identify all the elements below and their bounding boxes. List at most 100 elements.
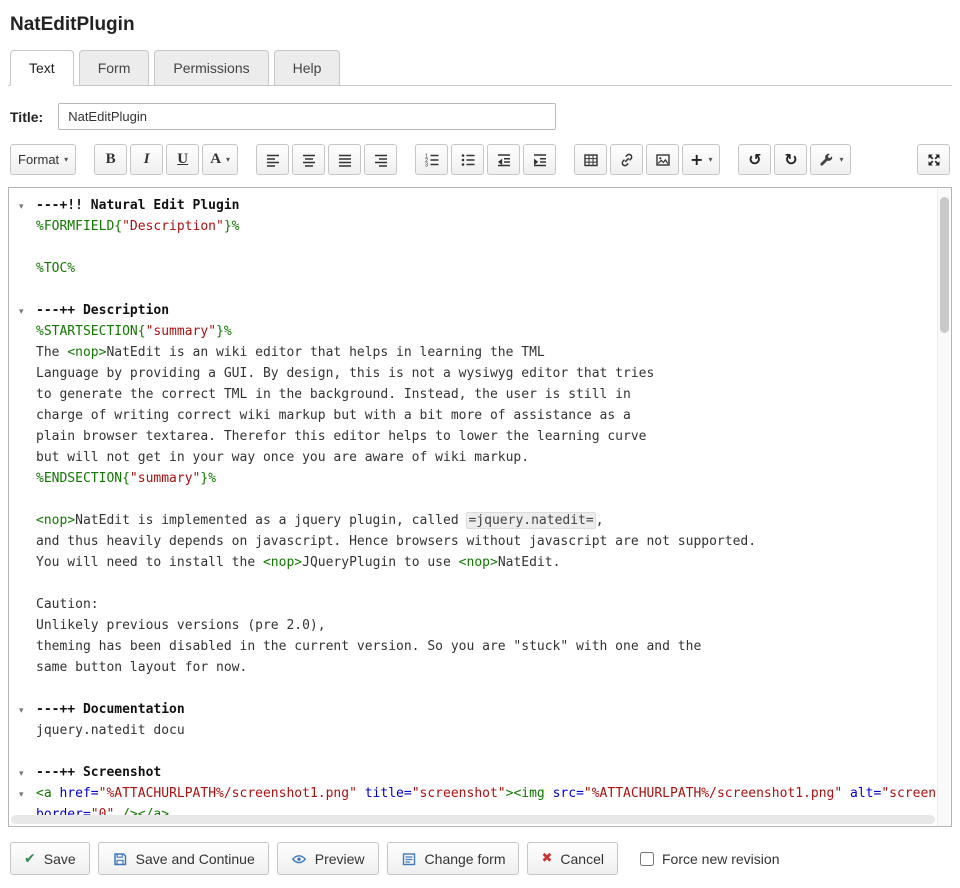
- eye-icon: [291, 851, 307, 867]
- editor-horizontal-scrollbar[interactable]: [10, 814, 936, 825]
- insert-image-button[interactable]: [646, 144, 679, 175]
- editor-line[interactable]: and thus heavily depends on javascript. …: [9, 531, 931, 552]
- editor-text-segment: Caution:: [36, 597, 99, 612]
- align-left-button[interactable]: [256, 144, 289, 175]
- underline-button[interactable]: U: [166, 144, 199, 175]
- editor-line[interactable]: [9, 489, 931, 510]
- fold-marker-icon[interactable]: ▾: [9, 302, 36, 323]
- editor-line[interactable]: charge of writing correct wiki markup bu…: [9, 405, 931, 426]
- editor-line[interactable]: ▾---++ Description: [9, 300, 931, 321]
- bold-icon: B: [106, 151, 116, 168]
- editor-text-segment: }%: [216, 324, 232, 339]
- editor-text-segment: ---++ Description: [36, 303, 169, 318]
- editor-line[interactable]: [9, 678, 931, 699]
- editor-text-segment: jquery.natedit docu: [36, 723, 185, 738]
- editor-line[interactable]: plain browser textarea. Therefor this ed…: [9, 426, 931, 447]
- font-color-dropdown[interactable]: A ▾: [202, 144, 238, 175]
- editor-line[interactable]: %FORMFIELD{"Description"}%: [9, 216, 931, 237]
- fold-marker-icon[interactable]: ▾: [9, 785, 36, 806]
- preview-label: Preview: [315, 851, 365, 867]
- editor-text-segment: ---+!! Natural Edit Plugin: [36, 198, 240, 213]
- ordered-list-button[interactable]: 123: [415, 144, 448, 175]
- fullscreen-button[interactable]: [917, 144, 950, 175]
- editor-line[interactable]: but will not get in your way once you ar…: [9, 447, 931, 468]
- editor-text-segment: Language by providing a GUI. By design, …: [36, 366, 654, 381]
- editor-line[interactable]: ▾---+!! Natural Edit Plugin: [9, 195, 931, 216]
- tab-text[interactable]: Text: [10, 50, 74, 86]
- editor-text-segment: NatEdit is implemented as a jquery plugi…: [75, 513, 466, 528]
- editor-content[interactable]: ▾---+!! Natural Edit Plugin%FORMFIELD{"D…: [9, 188, 951, 825]
- force-new-revision-checkbox[interactable]: [640, 852, 654, 866]
- align-justify-button[interactable]: [328, 144, 361, 175]
- fold-marker-icon[interactable]: ▾: [9, 701, 36, 722]
- editor-line[interactable]: [9, 741, 931, 762]
- force-new-revision-option[interactable]: Force new revision: [640, 851, 780, 867]
- change-form-button[interactable]: Change form: [387, 842, 520, 875]
- editor-line[interactable]: Language by providing a GUI. By design, …: [9, 363, 931, 384]
- chevron-down-icon: ▾: [708, 155, 712, 164]
- undo-button[interactable]: ↺: [738, 144, 771, 175]
- editor-line[interactable]: %ENDSECTION{"summary"}%: [9, 468, 931, 489]
- editor-text-segment: }%: [224, 219, 240, 234]
- tab-permissions-label: Permissions: [173, 60, 249, 76]
- fold-marker-icon[interactable]: ▾: [9, 197, 36, 218]
- editor-line[interactable]: <nop>NatEdit is implemented as a jquery …: [9, 510, 931, 531]
- editor-area[interactable]: ▾---+!! Natural Edit Plugin%FORMFIELD{"D…: [8, 187, 952, 827]
- editor-line[interactable]: %STARTSECTION{"summary"}%: [9, 321, 931, 342]
- editor-text-segment: "%ATTACHURLPATH%/screenshot1.png": [99, 786, 357, 801]
- save-button[interactable]: ✔ Save: [10, 842, 90, 875]
- editor-line[interactable]: Caution:: [9, 594, 931, 615]
- align-right-button[interactable]: [364, 144, 397, 175]
- editor-line[interactable]: same button layout for now.: [9, 657, 931, 678]
- editor-line[interactable]: to generate the correct TML in the backg…: [9, 384, 931, 405]
- editor-line[interactable]: The <nop>NatEdit is an wiki editor that …: [9, 342, 931, 363]
- format-dropdown[interactable]: Format ▾: [10, 144, 76, 175]
- editor-text-segment: %ENDSECTION{: [36, 471, 130, 486]
- editor-text-segment: %TOC%: [36, 261, 75, 276]
- format-group: Format ▾: [10, 144, 79, 175]
- align-center-button[interactable]: [292, 144, 325, 175]
- table-icon: [583, 152, 599, 168]
- editor-line[interactable]: [9, 279, 931, 300]
- insert-link-button[interactable]: [610, 144, 643, 175]
- editor-line[interactable]: theming has been disabled in the current…: [9, 636, 931, 657]
- tab-help[interactable]: Help: [274, 50, 341, 86]
- bullet-list-button[interactable]: [451, 144, 484, 175]
- fold-marker-icon[interactable]: ▾: [9, 764, 36, 785]
- editor-line[interactable]: [9, 573, 931, 594]
- redo-icon: ↻: [784, 150, 797, 169]
- outdent-button[interactable]: [487, 144, 520, 175]
- wrench-icon: [818, 152, 834, 168]
- preview-button[interactable]: Preview: [277, 842, 379, 875]
- close-icon: ✖: [541, 851, 552, 866]
- editor-line[interactable]: jquery.natedit docu: [9, 720, 931, 741]
- align-right-icon: [373, 152, 389, 168]
- editor-text-segment: "summary": [130, 471, 200, 486]
- editor-line[interactable]: Unlikely previous versions (pre 2.0),: [9, 615, 931, 636]
- editor-line[interactable]: ▾<a href="%ATTACHURLPATH%/screenshot1.pn…: [9, 783, 931, 804]
- tab-bar: Text Form Permissions Help: [8, 50, 952, 86]
- image-icon: [655, 152, 671, 168]
- tab-permissions[interactable]: Permissions: [154, 50, 268, 86]
- vertical-scrollbar-thumb[interactable]: [940, 197, 949, 333]
- editor-line[interactable]: ▾---++ Documentation: [9, 699, 931, 720]
- editor-line[interactable]: You will need to install the <nop>JQuery…: [9, 552, 931, 573]
- insert-table-button[interactable]: [574, 144, 607, 175]
- title-input[interactable]: [58, 103, 556, 130]
- cancel-button[interactable]: ✖ Cancel: [527, 842, 618, 875]
- tab-form[interactable]: Form: [79, 50, 150, 86]
- tools-dropdown[interactable]: ▾: [810, 144, 851, 175]
- horizontal-scrollbar-thumb[interactable]: [11, 815, 935, 824]
- indent-button[interactable]: [523, 144, 556, 175]
- editor-line[interactable]: %TOC%: [9, 258, 931, 279]
- text-style-group: B I U A ▾: [94, 144, 241, 175]
- redo-button[interactable]: ↻: [774, 144, 807, 175]
- editor-text-segment: plain browser textarea. Therefor this ed…: [36, 429, 646, 444]
- editor-line[interactable]: ▾---++ Screenshot: [9, 762, 931, 783]
- italic-button[interactable]: I: [130, 144, 163, 175]
- editor-line[interactable]: [9, 237, 931, 258]
- bold-button[interactable]: B: [94, 144, 127, 175]
- save-and-continue-button[interactable]: Save and Continue: [98, 842, 269, 875]
- insert-more-dropdown[interactable]: + ▾: [682, 144, 720, 175]
- editor-vertical-scrollbar[interactable]: [937, 188, 951, 826]
